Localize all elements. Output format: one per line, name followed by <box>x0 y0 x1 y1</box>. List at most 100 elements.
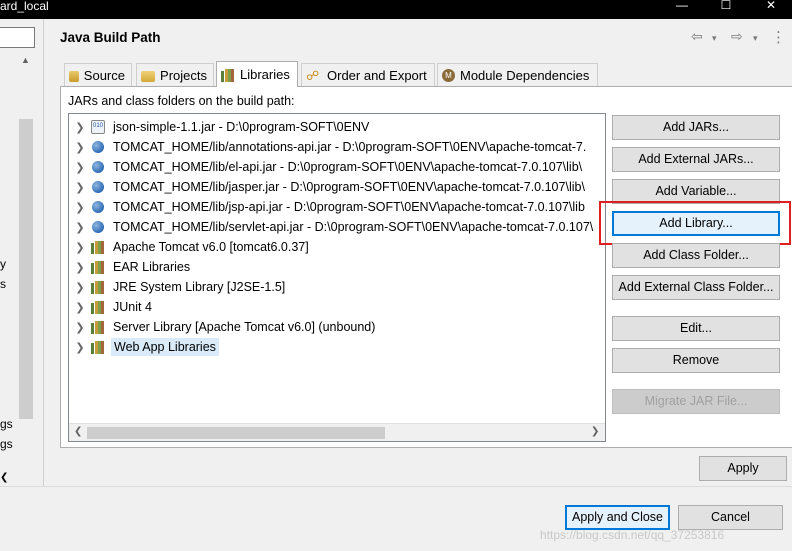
tree-item-label: TOMCAT_HOME/lib/el-api.jar - D:\0program… <box>113 160 583 174</box>
module-icon: M <box>442 69 455 82</box>
tab-label: Libraries <box>240 67 290 82</box>
tree-item-label: TOMCAT_HOME/lib/servlet-api.jar - D:\0pr… <box>113 220 594 234</box>
tab-module-dependencies[interactable]: M Module Dependencies <box>437 63 598 87</box>
expand-chevron-icon[interactable]: ❯ <box>69 221 91 234</box>
tree-item-web-app-libraries[interactable]: ❯ Web App Libraries <box>69 337 605 357</box>
annotation-highlight-box <box>599 201 791 245</box>
library-icon <box>91 260 105 274</box>
add-jars-button[interactable]: Add JARs... <box>612 115 780 140</box>
tab-label: Projects <box>160 68 207 83</box>
left-item-fragment[interactable]: gs <box>0 437 13 451</box>
window-title: ard_local <box>0 0 49 13</box>
horizontal-scrollbar-thumb[interactable] <box>87 427 385 439</box>
edit-button[interactable]: Edit... <box>612 316 780 341</box>
close-button[interactable]: ✕ <box>756 0 786 14</box>
remove-button[interactable]: Remove <box>612 348 780 373</box>
tree-item-label: JRE System Library [J2SE-1.5] <box>113 280 286 294</box>
expand-chevron-icon[interactable]: ❯ <box>69 201 91 214</box>
expand-chevron-icon[interactable]: ❯ <box>69 161 91 174</box>
tree-item-json-simple[interactable]: ❯ 010 json-simple-1.1.jar - D:\0program-… <box>69 117 605 137</box>
tree-item-label: TOMCAT_HOME/lib/jsp-api.jar - D:\0progra… <box>113 200 585 214</box>
expand-chevron-icon[interactable]: ❯ <box>69 321 91 334</box>
tree-item-servlet-api[interactable]: ❯ TOMCAT_HOME/lib/servlet-api.jar - D:\0… <box>69 217 605 237</box>
left-vertical-scrollbar[interactable]: ▲ <box>18 53 35 481</box>
add-external-jars-button[interactable]: Add External JARs... <box>612 147 780 172</box>
left-scrollbar-thumb[interactable] <box>19 119 33 419</box>
tab-label: Module Dependencies <box>460 68 590 83</box>
tab-projects[interactable]: Projects <box>136 63 214 87</box>
order-export-icon: ☍ <box>306 67 320 83</box>
expand-chevron-icon[interactable]: ❯ <box>69 241 91 254</box>
tree-item-jasper[interactable]: ❯ TOMCAT_HOME/lib/jasper.jar - D:\0progr… <box>69 177 605 197</box>
expand-chevron-icon[interactable]: ❯ <box>69 261 91 274</box>
tree-item-el-api[interactable]: ❯ TOMCAT_HOME/lib/el-api.jar - D:\0progr… <box>69 157 605 177</box>
scroll-up-icon[interactable]: ▲ <box>21 55 30 65</box>
button-bar-separator <box>0 486 792 487</box>
expand-chevron-icon[interactable]: ❯ <box>69 341 91 354</box>
back-dropdown-icon[interactable]: ▾ <box>712 33 717 44</box>
library-icon <box>91 240 105 254</box>
variable-jar-icon <box>91 140 105 154</box>
tab-label: Source <box>83 68 125 83</box>
tree-item-annotations-api[interactable]: ❯ TOMCAT_HOME/lib/annotations-api.jar - … <box>69 137 605 157</box>
tree-item-ear-libraries[interactable]: ❯ EAR Libraries <box>69 257 605 277</box>
scroll-left-icon[interactable]: ❮ <box>74 426 82 437</box>
expand-chevron-icon[interactable]: ❯ <box>69 121 91 134</box>
scroll-right-icon[interactable]: ❯ <box>591 426 599 437</box>
tree-item-apache-tomcat[interactable]: ❯ Apache Tomcat v6.0 [tomcat6.0.37] <box>69 237 605 257</box>
add-class-folder-button[interactable]: Add Class Folder... <box>612 243 780 268</box>
expand-chevron-icon[interactable]: ❯ <box>69 181 91 194</box>
tree-item-label: Web App Libraries <box>111 338 219 356</box>
tree-item-label: EAR Libraries <box>113 260 191 274</box>
add-external-class-folder-button[interactable]: Add External Class Folder... <box>612 275 780 300</box>
tree-item-server-library[interactable]: ❯ Server Library [Apache Tomcat v6.0] (u… <box>69 317 605 337</box>
cancel-button[interactable]: Cancel <box>678 505 783 530</box>
tree-horizontal-scrollbar[interactable]: ❮ ❯ <box>69 423 605 441</box>
build-path-tree[interactable]: ❯ 010 json-simple-1.1.jar - D:\0program-… <box>68 113 606 442</box>
back-arrow-icon[interactable]: ⇦ <box>691 28 703 45</box>
tab-order-and-export[interactable]: ☍ Order and Export <box>301 63 435 87</box>
tree-item-label: json-simple-1.1.jar - D:\0program-SOFT\0… <box>113 120 370 134</box>
expand-chevron-icon[interactable]: ❯ <box>69 281 91 294</box>
page-title: Java Build Path <box>60 30 161 45</box>
apply-and-close-button[interactable]: Apply and Close <box>565 505 670 530</box>
left-item-fragment[interactable]: s <box>0 277 6 291</box>
variable-jar-icon <box>91 160 105 174</box>
forward-dropdown-icon[interactable]: ▾ <box>753 33 758 44</box>
watermark-text: https://blog.csdn.net/qq_37253816 <box>540 528 725 542</box>
variable-jar-icon <box>91 200 105 214</box>
left-item-fragment[interactable]: gs <box>0 417 13 431</box>
library-icon <box>221 68 235 82</box>
view-menu-icon[interactable]: ⋮ <box>771 28 786 46</box>
property-pages-panel: ▲ y s gs gs ❮ <box>0 19 44 486</box>
jar-icon: 010 <box>91 120 105 134</box>
migrate-jar-button[interactable]: Migrate JAR File... <box>612 389 780 414</box>
tab-libraries[interactable]: Libraries <box>216 61 298 87</box>
tree-item-junit[interactable]: ❯ JUnit 4 <box>69 297 605 317</box>
expand-chevron-icon[interactable]: ❯ <box>69 301 91 314</box>
scroll-left-icon[interactable]: ❮ <box>0 472 34 484</box>
tab-source[interactable]: Source <box>64 63 132 87</box>
filter-input[interactable] <box>0 27 35 48</box>
variable-jar-icon <box>91 180 105 194</box>
maximize-button[interactable]: ☐ <box>711 0 741 14</box>
apply-button[interactable]: Apply <box>699 456 787 481</box>
tree-item-label: JUnit 4 <box>113 300 152 314</box>
library-icon <box>91 340 105 354</box>
tree-item-label: TOMCAT_HOME/lib/jasper.jar - D:\0program… <box>113 180 585 194</box>
library-icon <box>91 320 105 334</box>
tree-item-jre-system-library[interactable]: ❯ JRE System Library [J2SE-1.5] <box>69 277 605 297</box>
library-icon <box>91 280 105 294</box>
tree-item-label: Server Library [Apache Tomcat v6.0] (unb… <box>113 320 376 334</box>
expand-chevron-icon[interactable]: ❯ <box>69 141 91 154</box>
tree-item-jsp-api[interactable]: ❯ TOMCAT_HOME/lib/jsp-api.jar - D:\0prog… <box>69 197 605 217</box>
tree-item-label: Apache Tomcat v6.0 [tomcat6.0.37] <box>113 240 309 254</box>
window-title-bar: ard_local — ☐ ✕ <box>0 0 792 19</box>
variable-jar-icon <box>91 220 105 234</box>
left-item-fragment[interactable]: y <box>0 257 6 271</box>
tree-item-label: TOMCAT_HOME/lib/annotations-api.jar - D:… <box>113 140 587 154</box>
minimize-button[interactable]: — <box>667 0 697 14</box>
source-folder-icon <box>69 71 79 82</box>
forward-arrow-icon[interactable]: ⇨ <box>731 28 743 45</box>
library-icon <box>91 300 105 314</box>
